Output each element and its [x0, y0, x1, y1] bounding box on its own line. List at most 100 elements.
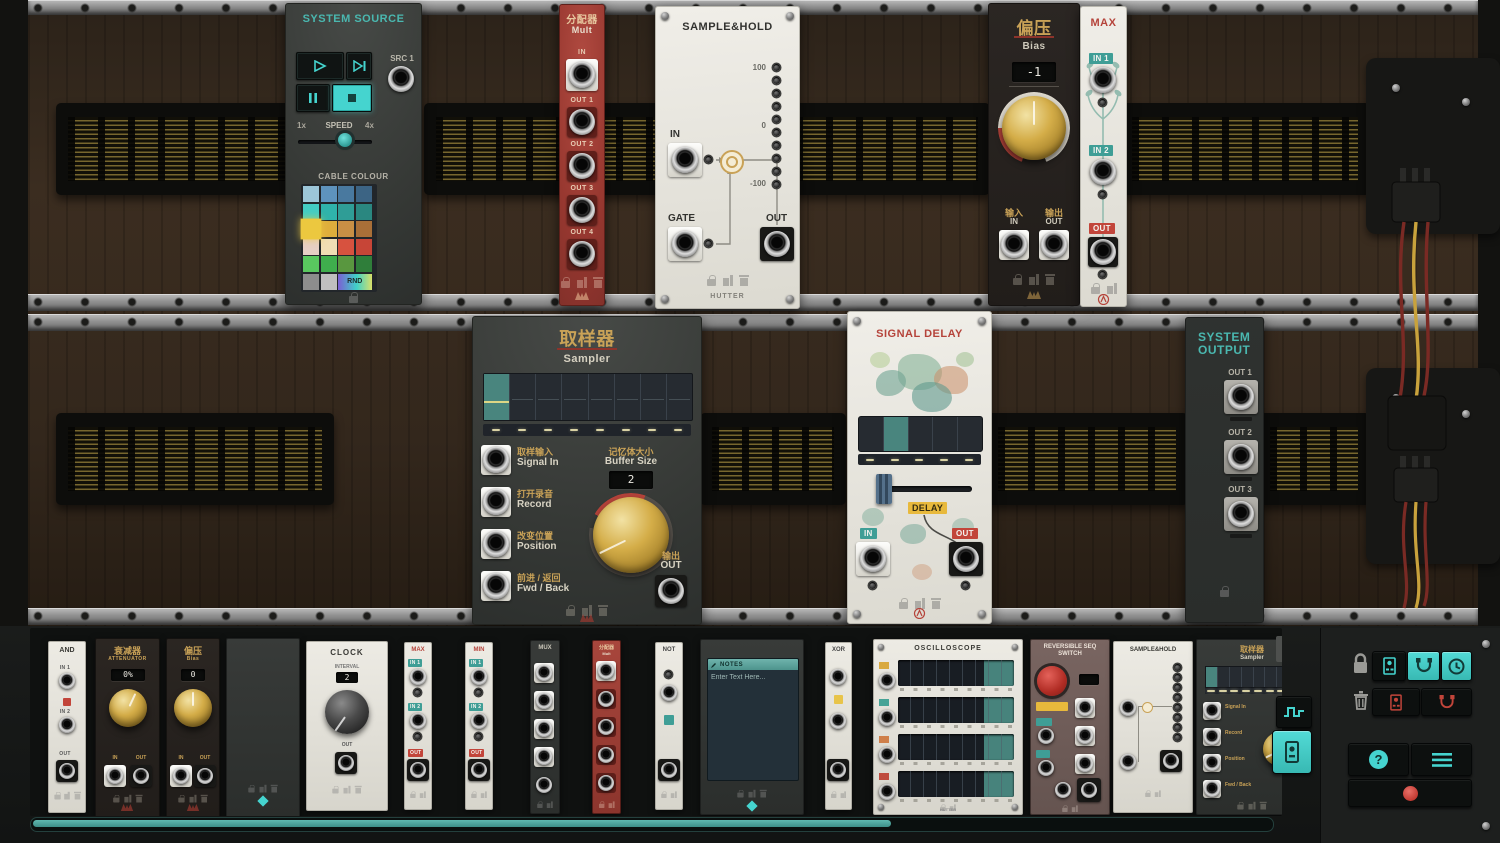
palette-cell[interactable]: [356, 239, 372, 255]
in1-jack[interactable]: [410, 669, 426, 685]
bias-knob[interactable]: [1002, 96, 1066, 160]
reverse-button[interactable]: [1037, 666, 1067, 696]
channel3-jack[interactable]: [879, 747, 895, 763]
module-tray-toggle-button[interactable]: [1272, 730, 1312, 774]
tray-module-clock[interactable]: CLOCK INTERVAL 2 OUT: [306, 641, 388, 811]
tray-module-mult[interactable]: 分配器 Mult: [592, 640, 621, 814]
palette-cell[interactable]: [303, 204, 319, 220]
module-system-output[interactable]: SYSTEM OUTPUT OUT 1 OUT 2 OUT 3: [1185, 317, 1264, 623]
palette-cell[interactable]: [303, 274, 319, 290]
trash-icon[interactable]: [593, 277, 603, 289]
out-jack[interactable]: [468, 759, 490, 781]
out4-jack[interactable]: [567, 239, 597, 269]
tray-module-mux[interactable]: MUX: [530, 640, 560, 814]
tray-module-max[interactable]: MAX IN 1 IN 2 OUT: [404, 642, 432, 810]
channel4-jack[interactable]: [879, 784, 895, 800]
out-jack[interactable]: [596, 745, 616, 765]
tray-module-seq-switch[interactable]: REVERSIBLE SEQ SWITCH: [1030, 639, 1110, 815]
out-jack[interactable]: [536, 777, 552, 793]
out3-jack[interactable]: [1224, 497, 1258, 531]
in-jack[interactable]: [170, 765, 192, 787]
tray-module-min[interactable]: MIN IN 1 IN 2 OUT: [465, 642, 493, 810]
help-button[interactable]: ?: [1348, 743, 1409, 776]
signal-in-jack[interactable]: [481, 445, 511, 475]
tray-module-sample-hold[interactable]: SAMPLE&HOLD: [1113, 641, 1193, 813]
lock-icon[interactable]: [566, 605, 576, 617]
module-bias[interactable]: 偏压 Bias -1 输入 IN 输出 OUT: [988, 3, 1080, 306]
out-jack[interactable]: [130, 765, 152, 787]
in-jack[interactable]: [999, 230, 1029, 260]
lock-icon[interactable]: [1013, 274, 1023, 286]
palette-cell[interactable]: [303, 239, 319, 255]
jack[interactable]: [1055, 782, 1071, 798]
in1-jack[interactable]: [471, 669, 487, 685]
module-tray[interactable]: AND IN 1 IN 2 OUT 衰减器 ATTENUATOR 0% IN O…: [30, 628, 1282, 816]
in2-jack[interactable]: [830, 713, 846, 729]
out-jack[interactable]: [1077, 778, 1101, 802]
module-signal-delay[interactable]: SIGNAL DELAY DELAY IN: [847, 311, 992, 624]
lock-icon[interactable]: [707, 275, 717, 287]
module-sample-hold[interactable]: SAMPLE&HOLD 100 0 -100 IN GATE OUT HUTTE…: [655, 6, 800, 309]
jack[interactable]: [1203, 728, 1221, 746]
out-jack[interactable]: [56, 760, 78, 782]
tray-module-blank[interactable]: [226, 638, 300, 816]
in1-jack[interactable]: [830, 669, 846, 685]
in2-jack[interactable]: [59, 717, 75, 733]
step-button[interactable]: [346, 52, 372, 80]
tray-module-not[interactable]: NOT: [655, 642, 683, 810]
module-max[interactable]: MAX IN 1 IN 2 OUT: [1080, 6, 1127, 307]
palette-cell[interactable]: [338, 186, 354, 202]
lock-modules-button[interactable]: [1372, 651, 1406, 681]
pause-button[interactable]: [296, 84, 330, 112]
trash-icon[interactable]: [739, 275, 749, 287]
tray-module-xor[interactable]: XOR: [825, 642, 852, 810]
channel2-jack[interactable]: [879, 710, 895, 726]
tray-scrollbar-track[interactable]: [30, 817, 1274, 832]
jack[interactable]: [534, 663, 554, 683]
out1-jack[interactable]: [567, 107, 597, 137]
jack[interactable]: [1075, 726, 1095, 746]
delete-cable-button[interactable]: [1421, 688, 1472, 716]
jack[interactable]: [1038, 760, 1054, 776]
in-jack[interactable]: [856, 542, 890, 576]
lock-icon[interactable]: [899, 598, 909, 610]
palette-rnd-cell[interactable]: RND: [338, 274, 372, 290]
stop-button[interactable]: [332, 84, 372, 112]
out-jack[interactable]: [596, 689, 616, 709]
trash-icon[interactable]: [931, 598, 941, 610]
out-jack[interactable]: [1039, 230, 1069, 260]
palette-cell[interactable]: [321, 239, 337, 255]
tray-module-oscilloscope[interactable]: OSCILLOSCOPE HUTTER: [873, 639, 1023, 815]
in2-jack[interactable]: [1090, 159, 1116, 185]
palette-cell[interactable]: [356, 204, 372, 220]
plug-icon[interactable]: [1029, 274, 1039, 286]
src1-jack[interactable]: [388, 66, 414, 92]
out-jack[interactable]: [655, 575, 687, 607]
plug-icon[interactable]: [723, 275, 733, 287]
lock-icon[interactable]: [349, 292, 359, 304]
jack[interactable]: [1203, 754, 1221, 772]
out-jack[interactable]: [407, 759, 429, 781]
out-jack[interactable]: [194, 765, 216, 787]
notes-text[interactable]: Enter Text Here...: [708, 670, 798, 685]
palette-cell[interactable]: [321, 274, 337, 290]
lock-icon[interactable]: [561, 277, 571, 289]
palette-cell[interactable]: [321, 186, 337, 202]
out3-jack[interactable]: [567, 195, 597, 225]
signal-view-toggle-button[interactable]: [1276, 696, 1312, 728]
jack[interactable]: [1203, 780, 1221, 798]
palette-cell[interactable]: [338, 256, 354, 272]
palette-cell[interactable]: [303, 256, 319, 272]
lock-clock-button[interactable]: [1441, 651, 1472, 681]
out-jack[interactable]: [760, 227, 794, 261]
jack[interactable]: [1203, 702, 1221, 720]
out-jack[interactable]: [335, 752, 357, 774]
in-jack[interactable]: [661, 685, 677, 701]
module-system-source[interactable]: SYSTEM SOURCE SRC 1 1x SPEED 4x CABLE CO…: [285, 3, 422, 305]
in-jack[interactable]: [1120, 700, 1136, 716]
lock-icon[interactable]: [1220, 586, 1230, 598]
out-jack[interactable]: [1160, 750, 1182, 772]
module-mult[interactable]: 分配器 Mult IN OUT 1 OUT 2 OUT 3 OUT 4: [559, 4, 605, 306]
speed-slider-handle[interactable]: [338, 133, 352, 147]
in-jack[interactable]: [596, 661, 616, 681]
